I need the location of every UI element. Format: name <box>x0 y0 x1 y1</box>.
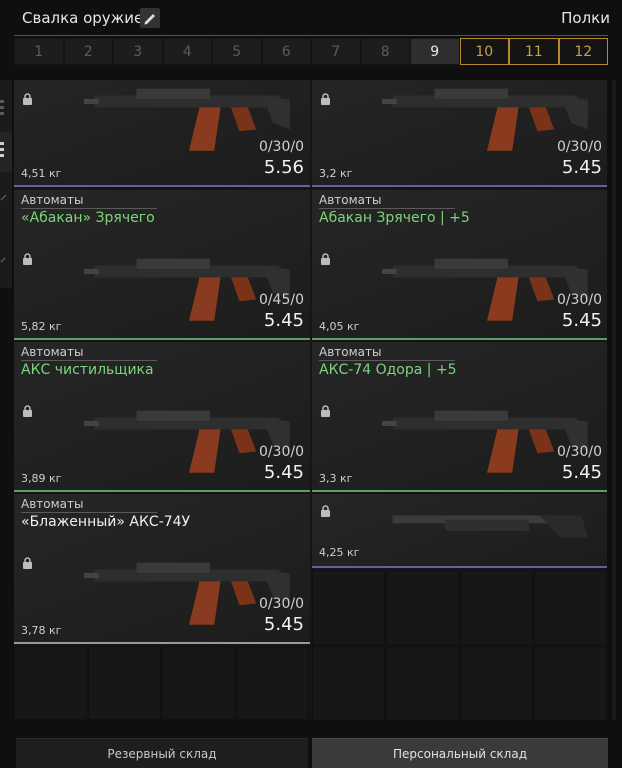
weapon-image <box>84 240 294 329</box>
lock-icon <box>22 402 33 417</box>
side-tool-strip <box>0 80 12 288</box>
item-weight: 4,25 кг <box>319 546 360 559</box>
empty-slot[interactable] <box>460 646 533 720</box>
empty-slot[interactable] <box>162 646 235 720</box>
window-title: Свалка оружие <box>22 9 144 27</box>
item-card[interactable]: Автоматы АКС-74 Одора | +5 0/30/0 5.45 3,3 … <box>312 342 607 492</box>
item-price: 5.45 <box>561 157 602 178</box>
shelf-tab-11[interactable]: 11 <box>509 38 559 65</box>
lock-icon <box>22 90 33 105</box>
shelf-tab-12[interactable]: 12 <box>558 38 608 65</box>
item-category: Автоматы <box>21 497 84 511</box>
item-card[interactable]: Автоматы АКС чистильщика 0/30/0 5.45 3,89 к… <box>14 342 310 492</box>
item-name: «Абакан» Зрячего <box>21 210 155 226</box>
category-underline <box>21 208 157 209</box>
category-underline <box>21 512 157 513</box>
empty-slot[interactable] <box>534 570 607 645</box>
empty-slot[interactable] <box>88 646 161 720</box>
category-underline <box>21 360 157 361</box>
item-card[interactable]: 0/30/0 5.56 4,51 кг <box>14 80 310 187</box>
weapon-image <box>382 240 592 329</box>
item-card[interactable]: Автоматы «Блаженный» АКС-74У 0/30/0 5.45 3,… <box>14 494 310 644</box>
ammo-count: 0/45/0 <box>258 292 304 308</box>
empty-slot[interactable] <box>534 646 607 720</box>
empty-slot[interactable] <box>312 646 385 720</box>
shelf-tab-2[interactable]: 2 <box>63 38 113 65</box>
weapon-image <box>382 392 592 481</box>
item-name: «Блаженный» АКС-74У <box>21 514 191 530</box>
weapon-image <box>84 544 294 633</box>
item-weight: 3,78 кг <box>21 624 62 637</box>
weapon-image <box>84 392 294 481</box>
item-weight: 5,82 кг <box>21 320 62 333</box>
item-name: АКС чистильщика <box>21 362 154 378</box>
lock-icon <box>320 502 331 517</box>
lock-icon <box>22 250 33 265</box>
item-card[interactable]: Автоматы «Абакан» Зрячего 0/45/0 5.45 5,82 … <box>14 190 310 340</box>
item-price: 5.45 <box>263 462 304 483</box>
shelf-tab-10[interactable]: 10 <box>459 38 509 65</box>
reserve-stash-button[interactable]: Резервный склад <box>16 738 308 768</box>
item-category: Автоматы <box>21 193 84 207</box>
personal-stash-button[interactable]: Персональный склад <box>312 738 608 768</box>
shelf-tab-8[interactable]: 8 <box>360 38 410 65</box>
item-name: Абакан Зрячего | +5 <box>319 210 470 226</box>
empty-slot[interactable] <box>14 646 87 720</box>
ammo-count: 0/30/0 <box>556 292 602 308</box>
shelf-tab-9[interactable]: 9 <box>410 38 460 65</box>
shelf-tab-4[interactable]: 4 <box>162 38 212 65</box>
stash-grid: 0/30/0 5.56 4,51 кг 0/30/0 5.45 3,2 кг Автома… <box>14 80 607 720</box>
header-divider <box>14 35 608 36</box>
category-underline <box>319 360 455 361</box>
shelf-tab-1[interactable]: 1 <box>14 38 64 65</box>
lock-icon <box>320 402 331 417</box>
item-price: 5.45 <box>561 310 602 331</box>
ammo-count: 0/30/0 <box>556 444 602 460</box>
lock-icon <box>22 554 33 569</box>
item-category: Автоматы <box>21 345 84 359</box>
edit-pencil-icon[interactable] <box>140 8 160 28</box>
item-name: АКС-74 Одора | +5 <box>319 362 457 378</box>
shelf-tab-7[interactable]: 7 <box>311 38 361 65</box>
lock-icon <box>320 250 331 265</box>
weapon-image <box>382 500 592 548</box>
expand-icon[interactable] <box>0 180 12 220</box>
item-category: Автоматы <box>319 193 382 207</box>
shelf-tab-6[interactable]: 6 <box>261 38 311 65</box>
ammo-count: 0/30/0 <box>258 444 304 460</box>
item-weight: 4,51 кг <box>21 167 62 180</box>
item-price: 5.45 <box>263 310 304 331</box>
item-weight: 3,2 кг <box>319 167 353 180</box>
shelf-tab-5[interactable]: 5 <box>212 38 262 65</box>
item-weight: 3,89 кг <box>21 472 62 485</box>
shelves-label[interactable]: Полки <box>561 9 610 27</box>
empty-slot[interactable] <box>236 646 309 720</box>
shelf-tab-3[interactable]: 3 <box>113 38 163 65</box>
ammo-count: 0/30/0 <box>556 139 602 155</box>
lock-icon <box>320 90 331 105</box>
empty-slot[interactable] <box>460 570 533 645</box>
item-price: 5.45 <box>263 614 304 635</box>
grip-handle-icon[interactable] <box>0 132 12 172</box>
empty-slot[interactable] <box>312 570 385 645</box>
item-card[interactable]: 4,25 кг <box>312 494 607 568</box>
item-card[interactable]: 0/30/0 5.45 3,2 кг <box>312 80 607 187</box>
scrollbar[interactable] <box>612 80 616 720</box>
grip-handle-icon[interactable] <box>0 88 12 128</box>
ammo-count: 0/30/0 <box>258 596 304 612</box>
item-weight: 4,05 кг <box>319 320 360 333</box>
item-weight: 3,3 кг <box>319 472 353 485</box>
category-underline <box>319 208 455 209</box>
item-card[interactable]: Автоматы Абакан Зрячего | +5 0/30/0 5.45 4,… <box>312 190 607 340</box>
item-price: 5.45 <box>561 462 602 483</box>
shelf-tabs: 1 2 3 4 5 6 7 8 9 10 11 12 <box>14 38 608 67</box>
item-category: Автоматы <box>319 345 382 359</box>
empty-slot[interactable] <box>386 646 459 720</box>
empty-slot[interactable] <box>386 570 459 645</box>
check-icon[interactable] <box>0 240 12 280</box>
item-price: 5.56 <box>263 157 304 178</box>
ammo-count: 0/30/0 <box>258 139 304 155</box>
